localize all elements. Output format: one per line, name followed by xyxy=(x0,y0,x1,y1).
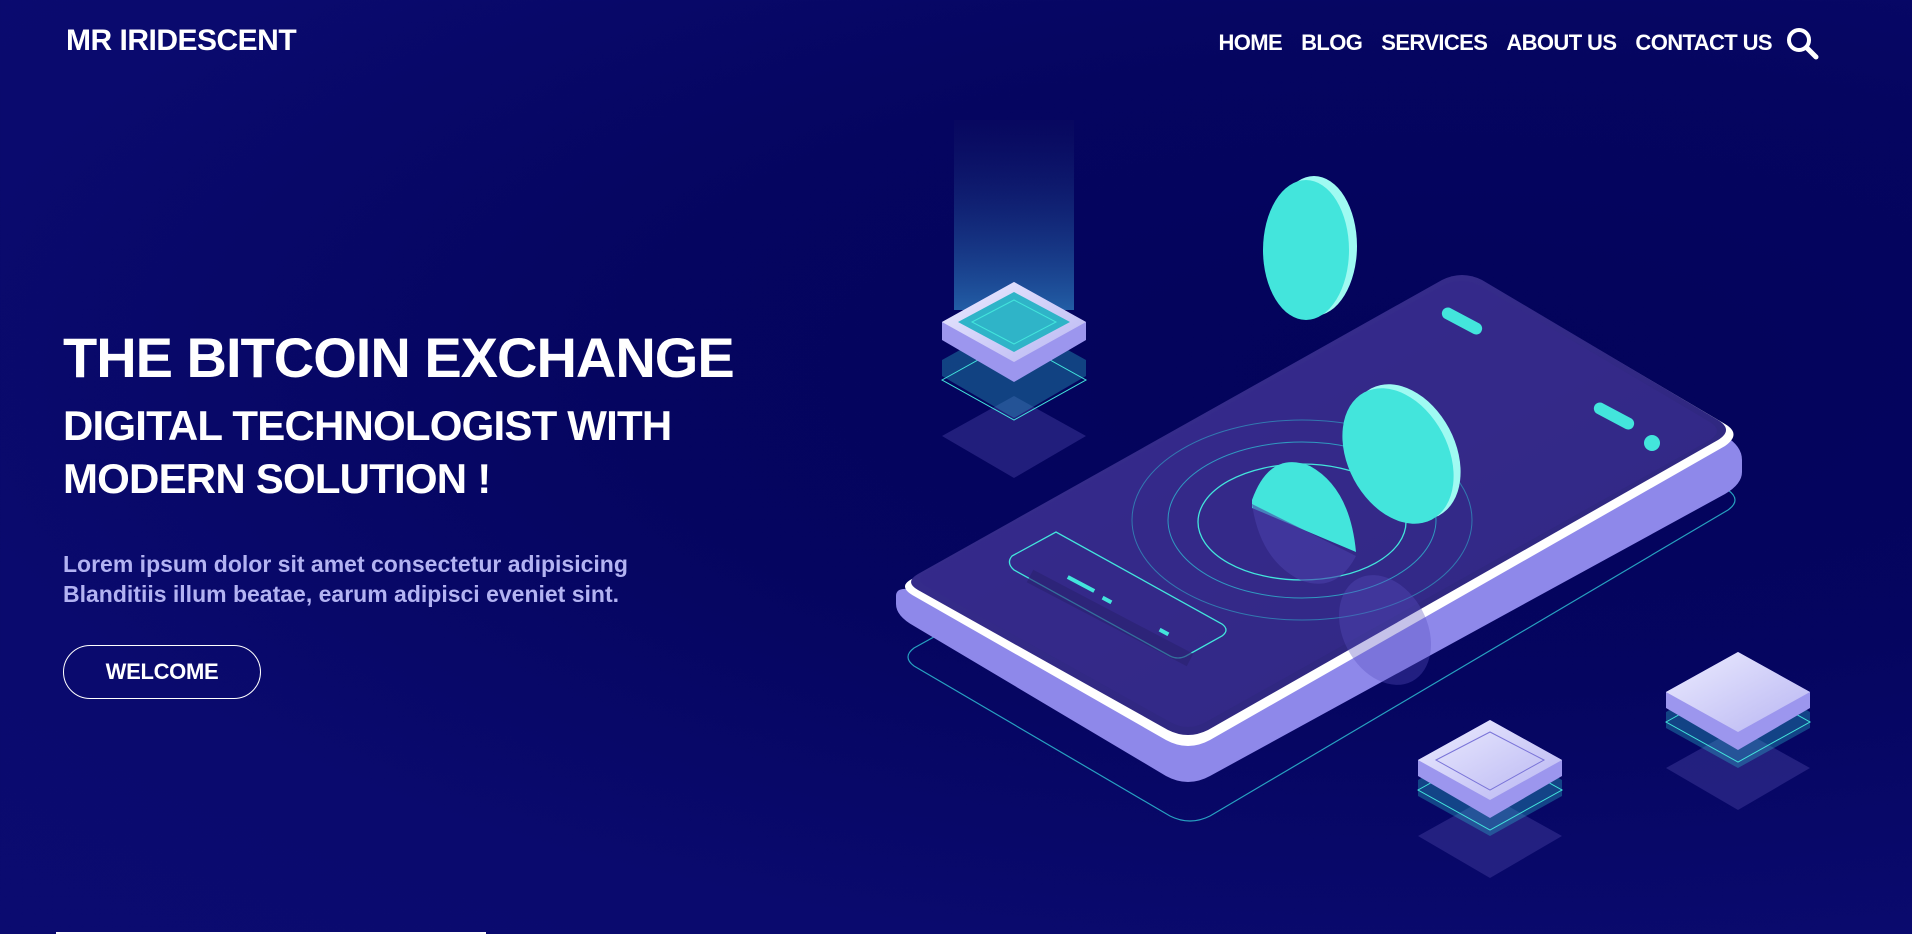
hero-description-line-1: Lorem ipsum dolor sit amet consectetur a… xyxy=(63,551,628,577)
brand-logo[interactable]: MR IRIDESCENT xyxy=(66,24,297,58)
hero-description: Lorem ipsum dolor sit amet consectetur a… xyxy=(63,549,783,609)
isometric-phone-illustration xyxy=(896,120,1812,878)
hero-subtitle-line-2: MODERN SOLUTION ! xyxy=(63,455,491,502)
nav-home[interactable]: HOME xyxy=(1218,30,1282,56)
nav-contact-us[interactable]: CONTACT US xyxy=(1635,30,1772,56)
coin-top xyxy=(1263,176,1357,320)
nav-blog[interactable]: BLOG xyxy=(1301,30,1363,56)
nav-menu: HOME BLOG SERVICES ABOUT US CONTACT US xyxy=(1218,30,1772,56)
tile-top-left xyxy=(940,120,1088,478)
hero-title: THE BITCOIN EXCHANGE xyxy=(63,326,735,389)
hero-subtitle: DIGITAL TECHNOLOGIST WITH MODERN SOLUTIO… xyxy=(63,399,783,505)
nav-about-us[interactable]: ABOUT US xyxy=(1506,30,1617,56)
navbar: MR IRIDESCENT HOME BLOG SERVICES ABOUT U… xyxy=(0,0,1912,86)
tile-bottom-middle xyxy=(1416,720,1564,878)
search-icon[interactable] xyxy=(1784,25,1820,61)
hero-illustration xyxy=(880,100,1840,930)
welcome-button[interactable]: WELCOME xyxy=(63,645,261,699)
hero-subtitle-line-1: DIGITAL TECHNOLOGIST WITH xyxy=(63,402,672,449)
hero-section: THE BITCOIN EXCHANGE DIGITAL TECHNOLOGIS… xyxy=(63,325,783,609)
nav-services[interactable]: SERVICES xyxy=(1381,30,1488,56)
hero-description-line-2: Blanditiis illum beatae, earum adipisci … xyxy=(63,581,620,607)
tile-bottom-right xyxy=(1664,652,1812,810)
